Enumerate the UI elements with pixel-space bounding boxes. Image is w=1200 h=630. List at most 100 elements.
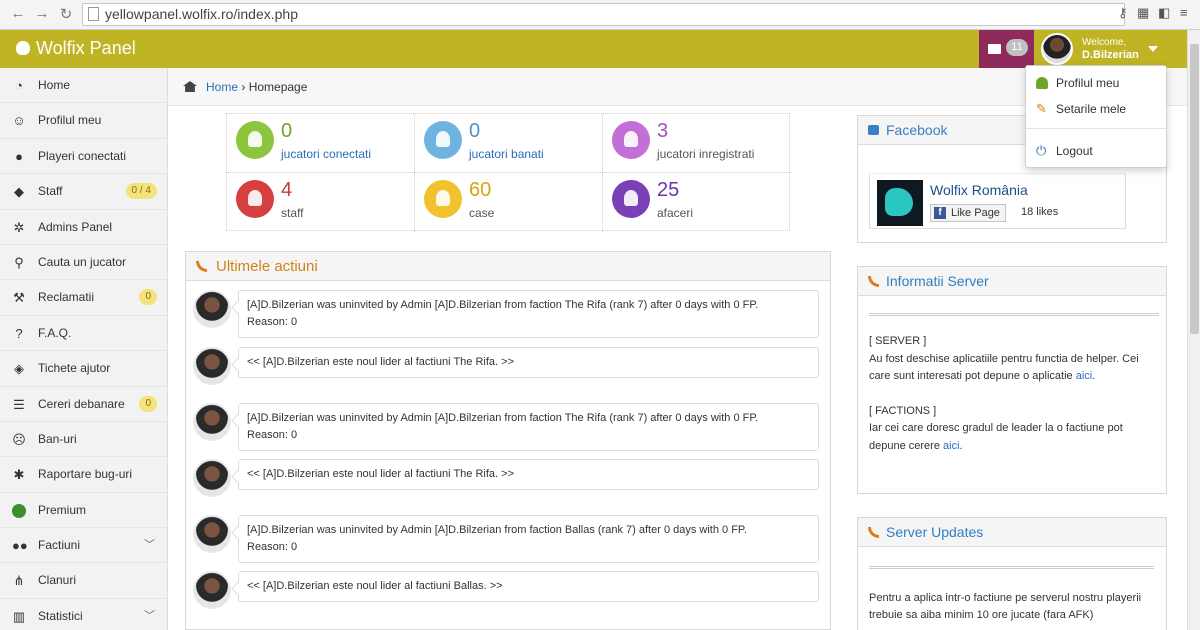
extension-icon[interactable]: ◧ xyxy=(1158,5,1170,21)
sidebar-item-admins-panel[interactable]: ✲ Admins Panel xyxy=(0,210,167,245)
sidebar-item-label: F.A.Q. xyxy=(38,325,72,340)
sidebar-item-premium[interactable]: Premium xyxy=(0,493,167,529)
stat-label: case xyxy=(469,206,495,220)
stat-houses: 60 case xyxy=(415,173,603,232)
wrench-icon: ✎ xyxy=(1036,101,1047,116)
sidebar-item-statistics[interactable]: ▥ Statistici ﹀ xyxy=(0,599,167,630)
user-menu-toggle[interactable]: Welcome, D.Bilzerian xyxy=(1035,30,1167,68)
envelope-icon xyxy=(988,44,1001,54)
stat-label[interactable]: jucatori banati xyxy=(469,147,544,161)
action-message: << [A]D.Bilzerian este noul lider al fac… xyxy=(238,347,819,378)
menu-icon[interactable]: ≡ xyxy=(1180,5,1188,20)
complaints-badge: 0 xyxy=(139,289,157,306)
sidebar-item-staff[interactable]: ◆ Staff 0 / 4 xyxy=(0,174,167,210)
stat-label: jucatori inregistrati xyxy=(657,147,755,161)
panel-title: Informatii Server xyxy=(886,273,989,289)
bug-icon xyxy=(16,41,30,55)
server-info-panel: Informatii Server [ SERVER ] Au fost des… xyxy=(857,266,1167,494)
facebook-page-name[interactable]: Wolfix România xyxy=(930,182,1028,198)
sidebar-item-faq[interactable]: ? F.A.Q. xyxy=(0,316,167,352)
breadcrumb-separator: › xyxy=(241,80,249,94)
search-icon: ⚲ xyxy=(14,254,24,270)
action-reason: Reason: 0 xyxy=(247,541,298,553)
dropdown-item-label: Profilul meu xyxy=(1056,76,1120,90)
sidebar-item-unban-requests[interactable]: ☰ Cereri debanare 0 xyxy=(0,387,167,422)
address-text: yellowpanel.wolfix.ro/index.php xyxy=(105,6,298,22)
panel-title: Facebook xyxy=(886,122,948,138)
dashboard-icon: ◔ xyxy=(15,78,23,93)
stat-value: 3 xyxy=(657,120,669,142)
action-line: [A]D.Bilzerian was uninvited by Admin [A… xyxy=(247,299,759,311)
reload-icon[interactable]: ↻ xyxy=(56,5,76,23)
sidebar-item-bug-report[interactable]: ✱ Raportare bug-uri xyxy=(0,457,167,493)
user-icon xyxy=(424,121,462,159)
messages-count-badge: 11 xyxy=(1006,39,1028,56)
brand[interactable]: Wolfix Panel xyxy=(16,38,136,59)
sidebar-item-label: Clanuri xyxy=(38,573,77,588)
panel-header: Informatii Server xyxy=(858,267,1166,296)
stat-staff: 4 staff xyxy=(227,173,415,232)
sitemap-icon: ⋔ xyxy=(13,573,25,589)
server-heading: [ SERVER ] xyxy=(869,335,927,347)
page-scrollbar[interactable] xyxy=(1187,30,1200,630)
messages-button[interactable]: 11 xyxy=(979,30,1034,68)
sidebar-item-search-player[interactable]: ⚲ Cauta un jucator xyxy=(0,245,167,281)
thumbs-up-icon xyxy=(868,125,879,135)
question-icon: ? xyxy=(15,325,23,341)
user-icon xyxy=(1036,77,1048,89)
chevron-down-icon: ﹀ xyxy=(144,539,155,552)
power-icon: ⏻ xyxy=(1036,143,1047,158)
action-message: << [A]D.Bilzerian este noul lider al fac… xyxy=(238,459,819,490)
sidebar-item-profile[interactable]: ☺ Profilul meu xyxy=(0,103,167,139)
dropdown-item-label: Setarile mele xyxy=(1056,102,1127,116)
sidebar-item-clans[interactable]: ⋔ Clanuri xyxy=(0,563,167,599)
stat-online-players: 0 jucatori conectati xyxy=(227,114,415,173)
smile-icon: ☺ xyxy=(12,113,26,129)
sidebar-item-label: Cauta un jucator xyxy=(38,254,127,269)
recent-actions-panel: Ultimele actiuni [A]D.Bilzerian was unin… xyxy=(185,251,831,630)
address-bar[interactable]: yellowpanel.wolfix.ro/index.php xyxy=(82,3,1125,26)
sidebar-item-label: Premium xyxy=(38,502,87,517)
user-icon: ● xyxy=(15,148,23,164)
sidebar-item-factions[interactable]: ●● Factiuni ﹀ xyxy=(0,528,167,564)
factions-heading: [ FACTIONS ] xyxy=(869,404,937,417)
list-icon: ☰ xyxy=(13,396,25,412)
translate-icon[interactable]: ▦ xyxy=(1137,5,1149,21)
home-icon xyxy=(424,180,462,218)
sidebar-item-bans[interactable]: ☹ Ban-uri xyxy=(0,422,167,458)
back-icon[interactable]: ← xyxy=(8,5,28,22)
chart-icon: ▥ xyxy=(12,608,26,624)
star-icon xyxy=(12,503,26,518)
sidebar-item-label: Tichete ajutor xyxy=(38,361,111,376)
divider xyxy=(869,313,1159,316)
gavel-icon: ⚒ xyxy=(13,290,25,306)
stat-label[interactable]: jucatori conectati xyxy=(281,147,371,161)
apply-link[interactable]: aici xyxy=(1076,370,1093,382)
dropdown-item-logout[interactable]: ⏻ Logout xyxy=(1026,144,1166,158)
staff-badge: 0 / 4 xyxy=(125,183,157,200)
dropdown-item-settings[interactable]: ✎ Setarile mele xyxy=(1026,102,1166,116)
breadcrumb-home-link[interactable]: Home xyxy=(206,80,238,94)
scrollbar-thumb[interactable] xyxy=(1190,44,1199,334)
sidebar-item-home[interactable]: ◔ Home xyxy=(0,68,167,104)
stat-banned-players: 0 jucatori banati xyxy=(415,114,603,173)
dropdown-item-profile[interactable]: Profilul meu xyxy=(1026,76,1166,90)
page-logo xyxy=(877,180,923,226)
sidebar-item-label: Playeri conectati xyxy=(38,148,127,163)
sidebar-item-online-players[interactable]: ● Playeri conectati xyxy=(0,139,167,175)
top-navbar: Wolfix Panel 11 Welcome, D.Bilzerian xyxy=(0,30,1187,68)
dropdown-item-label: Logout xyxy=(1056,144,1093,158)
leader-request-link[interactable]: aici xyxy=(943,440,960,452)
divider xyxy=(869,566,1154,569)
like-page-button[interactable]: Like Page xyxy=(930,204,1006,222)
glass-icon xyxy=(612,180,650,218)
key-icon[interactable]: ⚷ xyxy=(1118,5,1128,21)
sidebar-item-label: Raportare bug-uri xyxy=(38,467,133,482)
action-line: << [A]D.Bilzerian este noul lider al fac… xyxy=(247,356,514,368)
username: D.Bilzerian xyxy=(1082,49,1139,61)
sidebar-item-complaints[interactable]: ⚒ Reclamatii 0 xyxy=(0,280,167,316)
forward-icon[interactable]: → xyxy=(32,5,52,22)
sidebar-item-help-tickets[interactable]: ◈ Tichete ajutor xyxy=(0,351,167,387)
rss-icon xyxy=(196,261,207,272)
avatar xyxy=(193,347,231,385)
